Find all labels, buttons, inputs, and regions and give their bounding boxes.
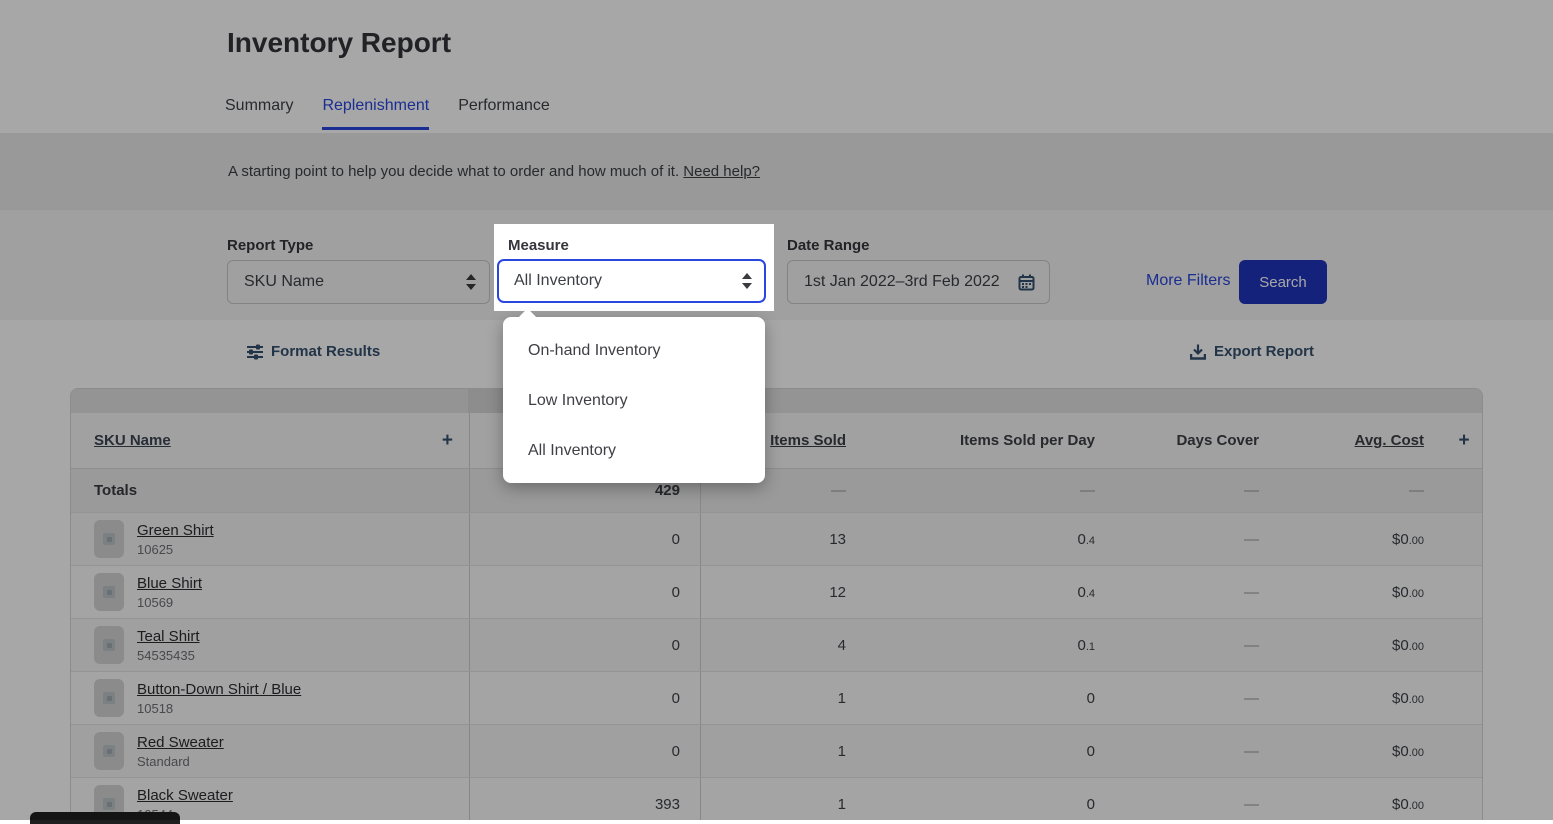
measure-dropdown-menu: On-hand Inventory Low Inventory All Inve…: [503, 317, 765, 483]
measure-field-spotlight: Measure All Inventory: [494, 224, 774, 311]
measure-option-on-hand-inventory[interactable]: On-hand Inventory: [503, 326, 765, 376]
dim-overlay: [0, 0, 1553, 820]
spinner-arrows-icon: [742, 273, 752, 289]
measure-select[interactable]: All Inventory: [497, 259, 766, 303]
measure-option-all-inventory[interactable]: All Inventory: [503, 426, 765, 476]
measure-label: Measure: [508, 237, 569, 254]
measure-option-low-inventory[interactable]: Low Inventory: [503, 376, 765, 426]
measure-value: All Inventory: [499, 272, 742, 290]
